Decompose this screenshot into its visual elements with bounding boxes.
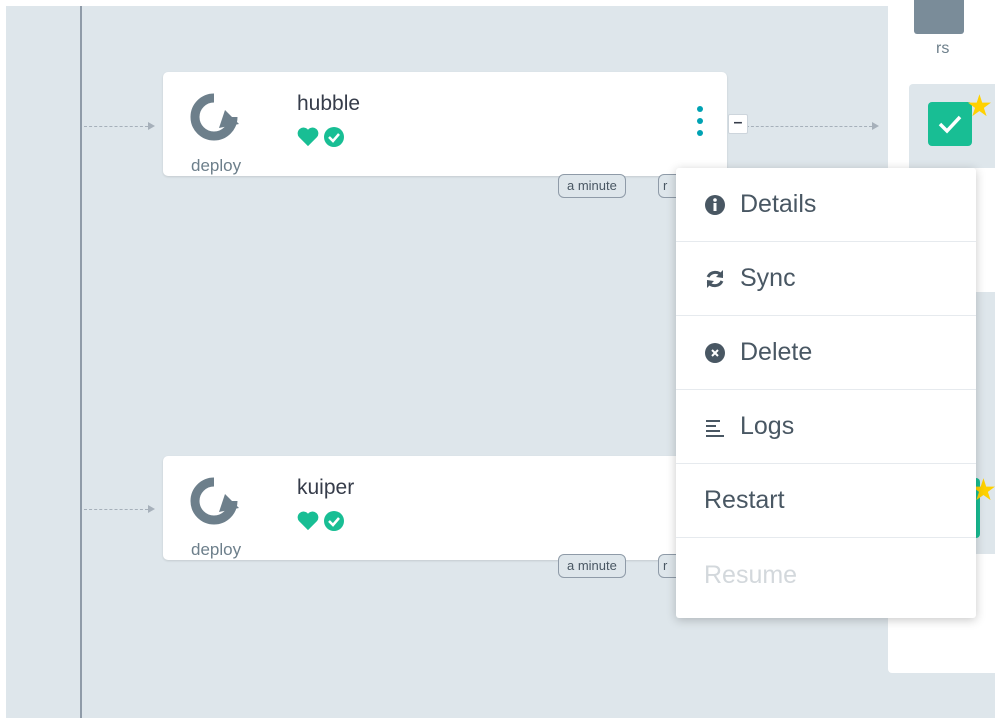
star-icon: ★ (966, 90, 993, 123)
replicaset-kind-label: rs (936, 40, 950, 57)
age-tag: a minute (558, 174, 626, 198)
menu-item-label: Delete (740, 338, 813, 366)
node-name: kuiper (297, 476, 355, 499)
edge-to-hubble (84, 126, 148, 127)
times-circle-icon (705, 342, 725, 363)
age-tag: a minute (558, 554, 626, 578)
tree-trunk-line (80, 6, 82, 718)
edge-hubble-to-rs (746, 126, 872, 127)
check-circle-icon (324, 127, 344, 147)
menu-item-resume: Resume (676, 538, 976, 612)
replicaset-icon (914, 0, 964, 34)
menu-item-restart[interactable]: Restart (676, 464, 976, 538)
node-status (297, 126, 345, 148)
info-circle-icon (705, 194, 725, 215)
edge-arrow (148, 505, 155, 513)
sync-icon (706, 269, 724, 288)
heart-icon (297, 511, 319, 531)
app-node-kuiper[interactable]: deploy kuiper (163, 456, 727, 560)
edge-to-kuiper (84, 509, 148, 510)
check-circle-icon (324, 511, 344, 531)
menu-item-sync[interactable]: Sync (676, 242, 976, 316)
edge-arrow (148, 122, 155, 130)
menu-item-delete[interactable]: Delete (676, 316, 976, 390)
menu-item-details[interactable]: Details (676, 168, 976, 242)
node-status (297, 510, 345, 532)
node-menu-kebab-icon[interactable] (693, 106, 707, 144)
node-kind-label: deploy (191, 540, 242, 559)
menu-item-label: Restart (704, 486, 785, 514)
edge-arrow (872, 122, 879, 130)
align-left-icon (706, 419, 724, 437)
deploy-icon (190, 477, 239, 525)
app-node-hubble[interactable]: deploy hubble (163, 72, 727, 176)
deploy-icon (190, 93, 239, 141)
menu-item-label: Logs (740, 412, 795, 440)
node-name: hubble (297, 92, 361, 115)
menu-item-logs[interactable]: Logs (676, 390, 976, 464)
collapse-toggle[interactable]: – (728, 114, 748, 134)
node-kind-label: deploy (191, 156, 242, 175)
node-context-menu: Details Sync Delete Logs Restart Resume (676, 168, 976, 618)
heart-icon (297, 127, 319, 147)
menu-item-label: Sync (740, 264, 796, 292)
menu-item-label: Resume (704, 560, 798, 589)
menu-item-label: Details (740, 190, 817, 218)
